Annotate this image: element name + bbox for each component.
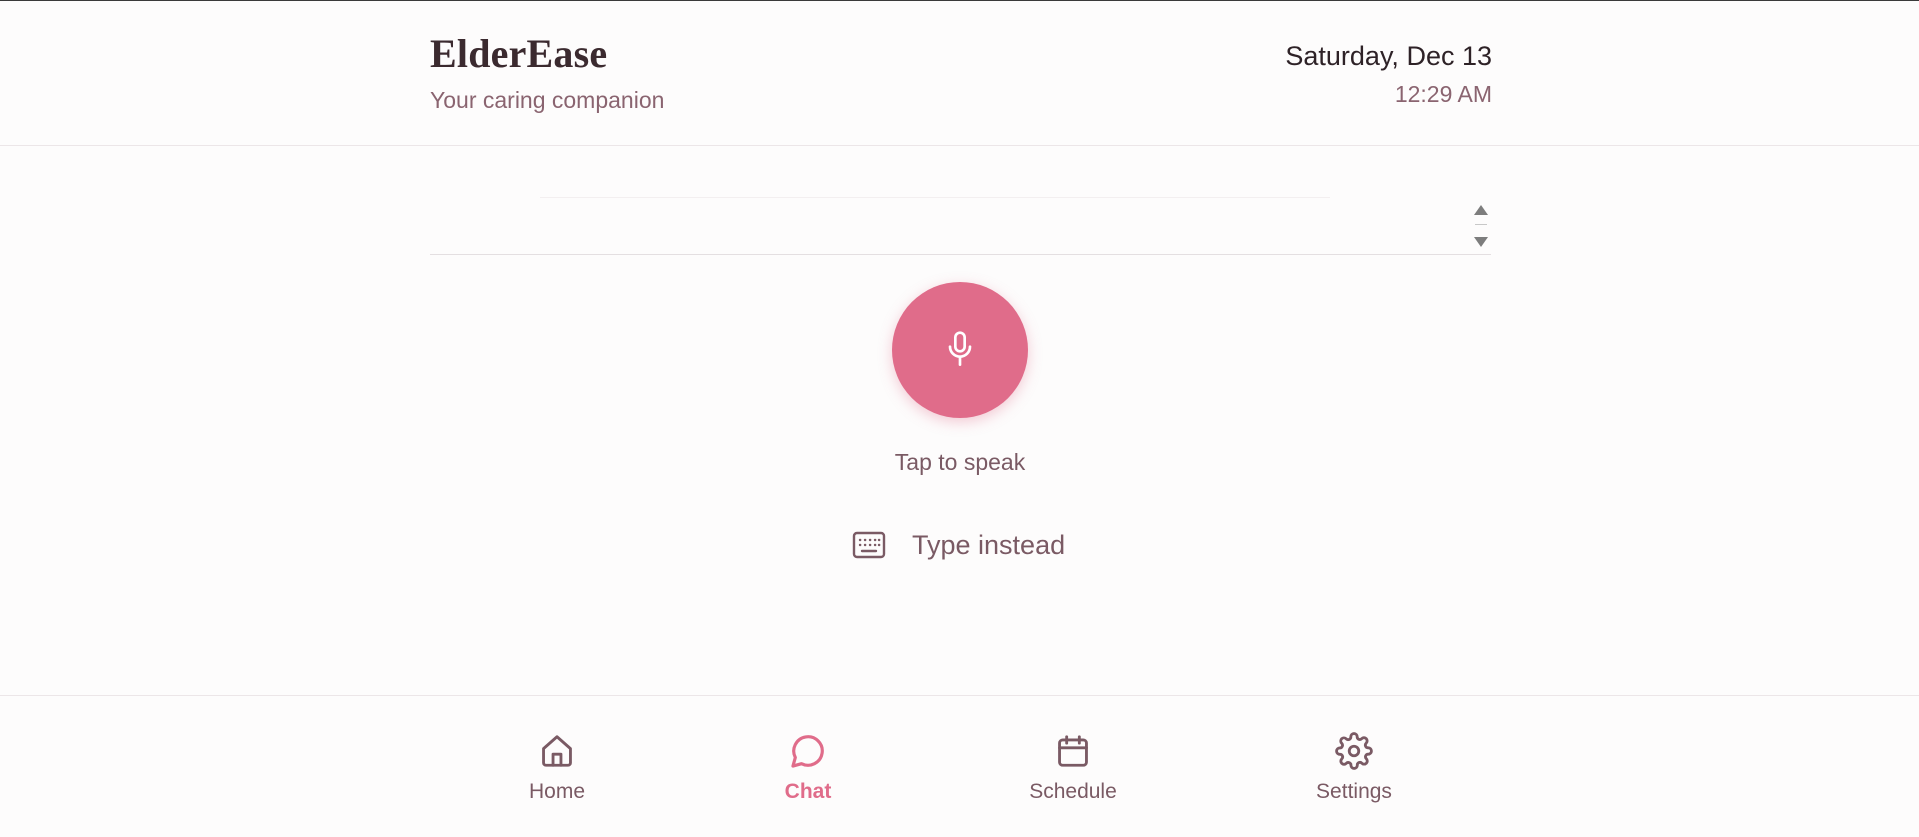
scroll-down-arrow-icon[interactable] (1474, 237, 1488, 247)
chat-bubble-icon (788, 731, 828, 771)
app-subtitle: Your caring companion (430, 87, 665, 113)
type-instead-label: Type instead (912, 529, 1066, 560)
gear-icon (1334, 731, 1374, 771)
current-time: 12:29 AM (1394, 81, 1492, 107)
current-date: Saturday, Dec 13 (1285, 41, 1492, 71)
app-header: ElderEase Your caring companion Saturday… (0, 2, 1919, 146)
chat-divider (540, 197, 1330, 198)
nav-item-chat[interactable]: Chat (728, 731, 888, 804)
nav-label-chat: Chat (784, 780, 832, 803)
microphone-icon (944, 330, 976, 370)
scroll-up-arrow-icon[interactable] (1474, 205, 1488, 215)
calendar-icon (1053, 731, 1093, 771)
tap-to-speak-label: Tap to speak (894, 449, 1026, 475)
nav-label-settings: Settings (1316, 780, 1392, 803)
bottom-navigation: Home Chat Schedule Settings (0, 695, 1919, 837)
chat-messages-area[interactable] (430, 145, 1491, 255)
nav-label-schedule: Schedule (1029, 780, 1117, 803)
app-title: ElderEase (430, 31, 608, 76)
nav-label-home: Home (528, 780, 586, 803)
scrollbar-track[interactable] (1475, 224, 1487, 225)
keyboard-icon (852, 530, 886, 560)
nav-item-schedule[interactable]: Schedule (993, 731, 1153, 804)
home-icon (537, 731, 577, 771)
nav-item-home[interactable]: Home (477, 731, 637, 804)
nav-item-settings[interactable]: Settings (1274, 731, 1434, 804)
type-instead-button[interactable]: Type instead (852, 525, 1065, 565)
tap-to-speak-button[interactable] (892, 282, 1028, 418)
